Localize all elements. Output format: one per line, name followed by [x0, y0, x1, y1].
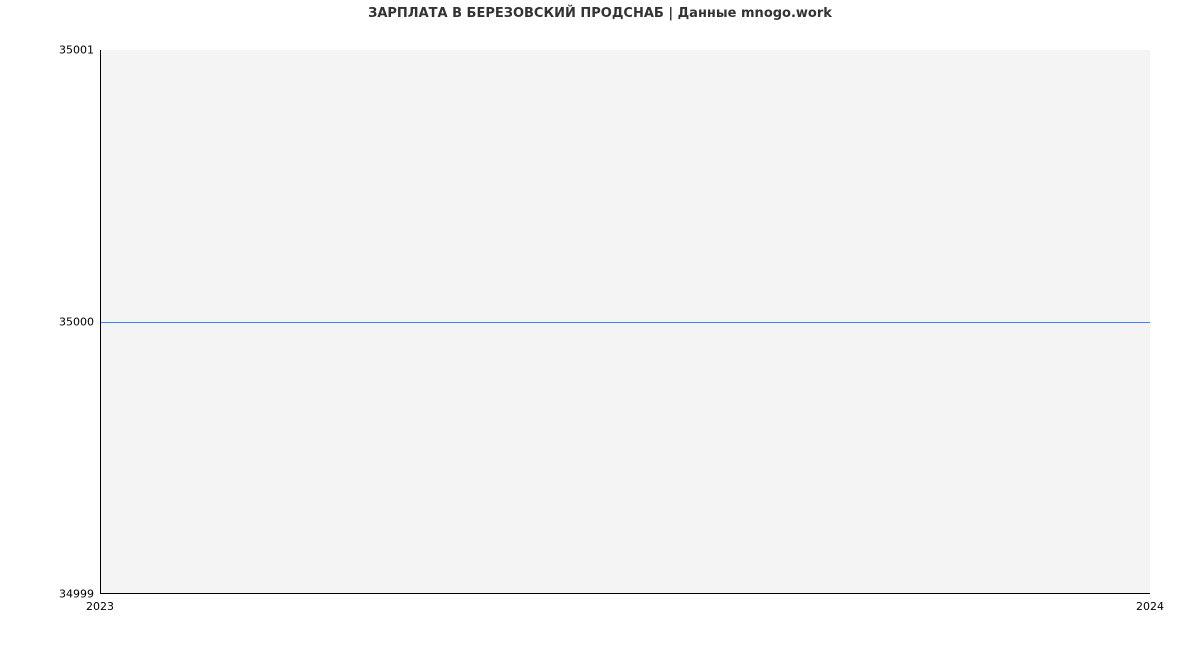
- chart-title: ЗАРПЛАТА В БЕРЕЗОВСКИЙ ПРОДСНАБ | Данные…: [0, 6, 1200, 21]
- ytick-label: 34999: [59, 588, 94, 601]
- ytick-label: 35000: [59, 316, 94, 329]
- xtick-label: 2024: [1136, 600, 1164, 613]
- ytick-label: 35001: [59, 44, 94, 57]
- xtick-label: 2023: [86, 600, 114, 613]
- series-line: [101, 322, 1150, 323]
- plot-area: [100, 50, 1150, 594]
